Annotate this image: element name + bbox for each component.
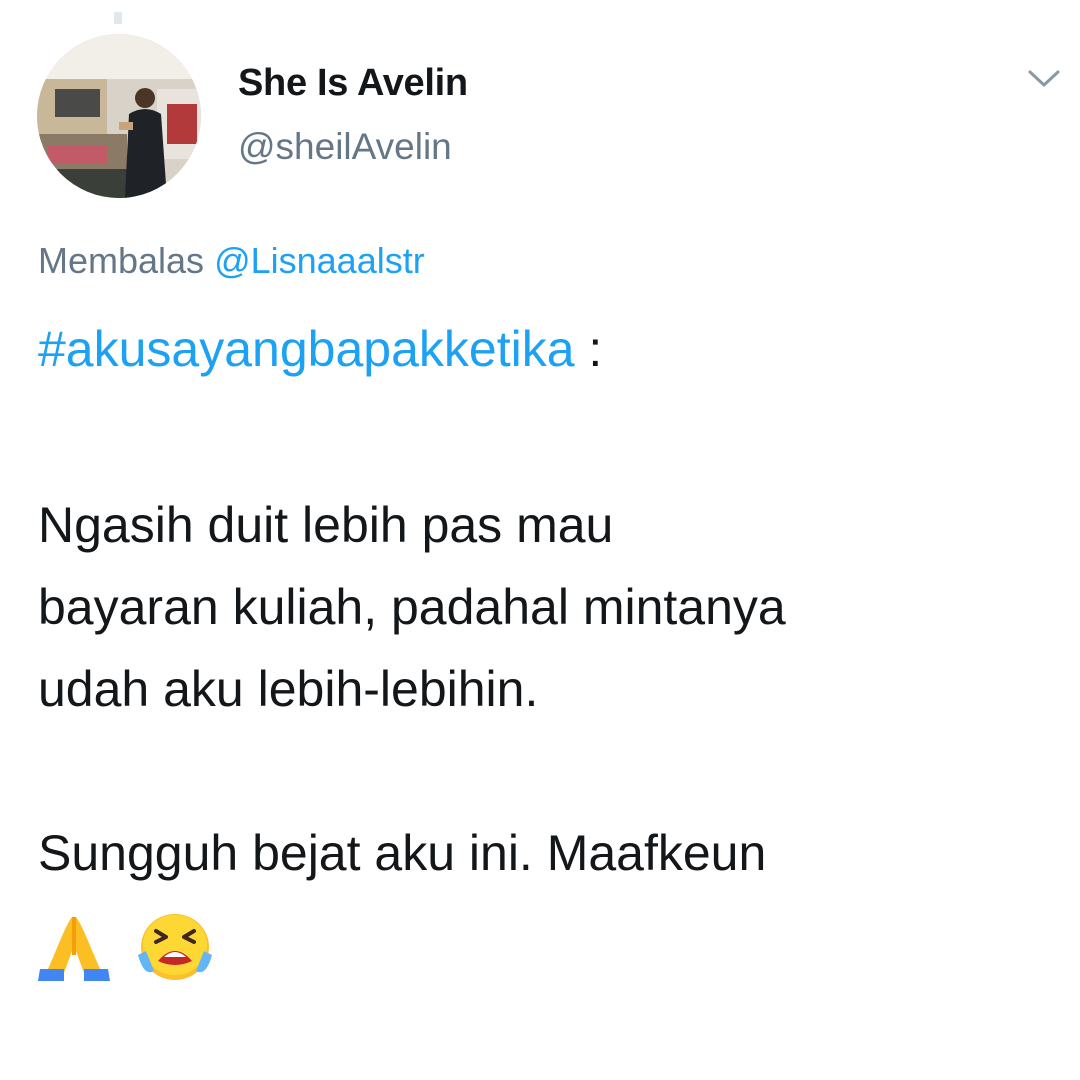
tweet-card: She Is Avelin @sheilAvelin Membalas @Lis… [0, 0, 1080, 1080]
hashtag-link[interactable]: #akusayangbapakketika [38, 321, 575, 377]
reply-mention-link[interactable]: @Lisnaaalstr [214, 240, 425, 281]
tweet-body-line: bayaran kuliah, padahal mintanya [38, 579, 786, 635]
chevron-down-icon[interactable] [1024, 62, 1064, 92]
hashtag-suffix: : [574, 321, 603, 377]
author-handle[interactable]: @sheilAvelin [238, 126, 452, 168]
replying-to-label: Membalas [38, 240, 205, 281]
author-display-name[interactable]: She Is Avelin [238, 62, 468, 105]
loudly-crying-face-icon [136, 911, 214, 988]
thread-connector-line [114, 12, 122, 24]
avatar[interactable] [37, 34, 201, 198]
tweet-body-paragraph-1: Ngasih duit lebih pas mau bayaran kuliah… [38, 484, 786, 730]
replying-to-line: Membalas @Lisnaaalstr [38, 240, 425, 282]
tweet-body-paragraph-2: Sungguh bejat aku ini. Maafkeun [38, 812, 766, 894]
tweet-hashtag-line: #akusayangbapakketika : [38, 320, 602, 378]
folded-hands-icon [38, 911, 110, 988]
tweet-body-line: udah aku lebih-lebihin. [38, 661, 539, 717]
tweet-body-line: Sungguh bejat aku ini. Maafkeun [38, 825, 767, 881]
tweet-body-line: Ngasih duit lebih pas mau [38, 497, 614, 553]
emoji-row [38, 914, 214, 988]
